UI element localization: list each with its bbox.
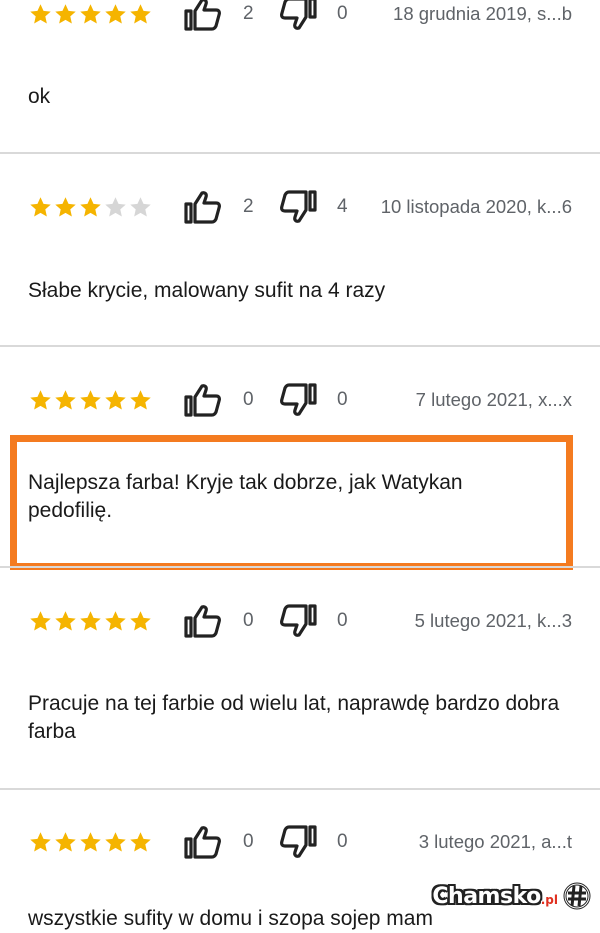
- star-filled-icon: [53, 609, 78, 634]
- thumbs-up-icon[interactable]: [184, 382, 222, 418]
- divider: [0, 788, 600, 790]
- review-date: 5 lutego 2021, k...3: [414, 610, 572, 631]
- star-filled-icon: [28, 195, 53, 220]
- thumbs-down-count: 0: [337, 610, 348, 631]
- star-filled-icon: [53, 195, 78, 220]
- star-filled-icon: [128, 2, 153, 27]
- thumbs-down-icon[interactable]: [279, 603, 317, 639]
- thumbs-down-icon[interactable]: [279, 0, 317, 32]
- star-filled-icon: [78, 609, 103, 634]
- star-filled-icon: [28, 388, 53, 413]
- star-filled-icon: [128, 609, 153, 634]
- thumbs-up-count: 0: [243, 831, 254, 852]
- divider: [0, 566, 600, 568]
- star-filled-icon: [28, 830, 53, 855]
- thumbs-down-count: 0: [337, 831, 348, 852]
- star-filled-icon: [128, 830, 153, 855]
- watermark: Chamsko .pl: [432, 879, 592, 913]
- thumbs-down-count: 0: [337, 389, 348, 410]
- review-text: ok: [28, 85, 51, 108]
- thumbs-down-count: 0: [337, 3, 348, 24]
- star-empty-icon: [103, 195, 128, 220]
- review-text: Słabe krycie, malowany sufit na 4 razy: [28, 279, 386, 302]
- watermark-logo-icon: [562, 881, 592, 911]
- watermark-tld: .pl: [540, 893, 558, 907]
- thumbs-down-icon[interactable]: [279, 824, 317, 860]
- star-filled-icon: [78, 195, 103, 220]
- review-text: Pracuje na tej farbie od wielu lat, napr…: [28, 692, 560, 743]
- review-date: 10 listopada 2020, k...6: [380, 196, 572, 217]
- review-meta: 0 0 3 lutego 2021, a...t: [0, 822, 600, 862]
- thumbs-up-icon[interactable]: [184, 0, 222, 32]
- thumbs-up-count: 2: [243, 196, 254, 217]
- star-filled-icon: [78, 830, 103, 855]
- star-rating: [28, 0, 153, 34]
- review-meta: 2 4 10 listopada 2020, k...6: [0, 187, 600, 227]
- review-meta: 0 0 5 lutego 2021, k...3: [0, 601, 600, 641]
- divider: [0, 345, 600, 347]
- star-filled-icon: [53, 830, 78, 855]
- star-filled-icon: [128, 388, 153, 413]
- thumbs-up-count: 0: [243, 610, 254, 631]
- thumbs-up-count: 0: [243, 389, 254, 410]
- review-date: 7 lutego 2021, x...x: [415, 389, 572, 410]
- review-date: 18 grudnia 2019, s...b: [393, 3, 572, 24]
- star-filled-icon: [103, 388, 128, 413]
- star-filled-icon: [53, 2, 78, 27]
- star-empty-icon: [128, 195, 153, 220]
- star-filled-icon: [78, 2, 103, 27]
- thumbs-down-icon[interactable]: [279, 189, 317, 225]
- thumbs-down-icon[interactable]: [279, 382, 317, 418]
- star-filled-icon: [78, 388, 103, 413]
- highlight-frame: [10, 435, 573, 570]
- star-filled-icon: [28, 2, 53, 27]
- star-filled-icon: [53, 388, 78, 413]
- review-meta: 2 0 18 grudnia 2019, s...b: [0, 0, 600, 34]
- star-rating: [28, 380, 153, 420]
- star-filled-icon: [103, 2, 128, 27]
- thumbs-up-count: 2: [243, 3, 254, 24]
- thumbs-up-icon[interactable]: [184, 824, 222, 860]
- thumbs-up-icon[interactable]: [184, 189, 222, 225]
- thumbs-down-count: 4: [337, 196, 348, 217]
- star-filled-icon: [103, 609, 128, 634]
- star-filled-icon: [103, 830, 128, 855]
- star-rating: [28, 187, 153, 227]
- review-meta: 0 0 7 lutego 2021, x...x: [0, 380, 600, 420]
- divider: [0, 152, 600, 154]
- watermark-name: Chamsko: [432, 883, 541, 909]
- thumbs-up-icon[interactable]: [184, 603, 222, 639]
- star-filled-icon: [28, 609, 53, 634]
- star-rating: [28, 601, 153, 641]
- review-date: 3 lutego 2021, a...t: [418, 831, 572, 852]
- star-rating: [28, 822, 153, 862]
